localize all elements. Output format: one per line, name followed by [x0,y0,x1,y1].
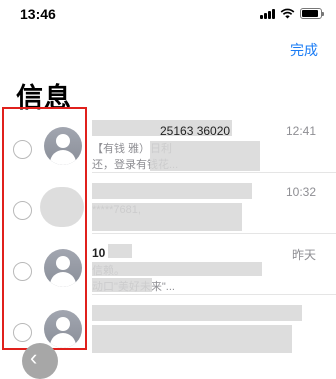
select-radio[interactable] [13,201,32,220]
message-row[interactable]: 25163 36020 12:41 【有钱 雅）日利 还，登录有钱花... [0,112,336,173]
redacted-block [92,203,242,231]
avatar-icon [44,249,82,287]
status-icons [260,8,324,19]
redacted-block [92,183,252,199]
page-title: 信息 [16,83,72,113]
select-radio[interactable] [13,262,32,281]
avatar-icon [44,127,82,165]
redacted-block [92,262,262,276]
back-button[interactable]: ‹ [22,343,58,379]
select-radio[interactable] [13,323,32,342]
redacted-block [108,244,132,258]
message-row[interactable]: 10:32 *****7681, [0,173,336,234]
select-radio[interactable] [13,140,32,159]
battery-icon [300,8,324,19]
done-button[interactable]: 完成 [290,40,318,60]
redacted-block [92,305,302,321]
wifi-icon [280,8,295,19]
redacted-block [92,278,152,292]
redacted-block [92,325,292,353]
message-time: 12:41 [285,124,316,138]
avatar-icon [44,310,82,348]
message-time: 昨天 [291,248,316,262]
status-bar: 13:46 [0,0,336,30]
redacted-block [150,141,260,171]
message-sender: 10 [92,246,106,260]
status-time: 13:46 [20,6,56,22]
message-time: 10:32 [285,185,316,199]
message-row[interactable]: 10 昨天 信赖。 动口"美好未来"... [0,234,336,295]
back-chevron-icon: ‹ [30,345,38,370]
message-list: 25163 36020 12:41 【有钱 雅）日利 还，登录有钱花... 10… [0,112,336,356]
redacted-avatar [40,187,84,227]
message-sender: 25163 36020 [160,124,231,138]
signal-icon [260,8,275,19]
